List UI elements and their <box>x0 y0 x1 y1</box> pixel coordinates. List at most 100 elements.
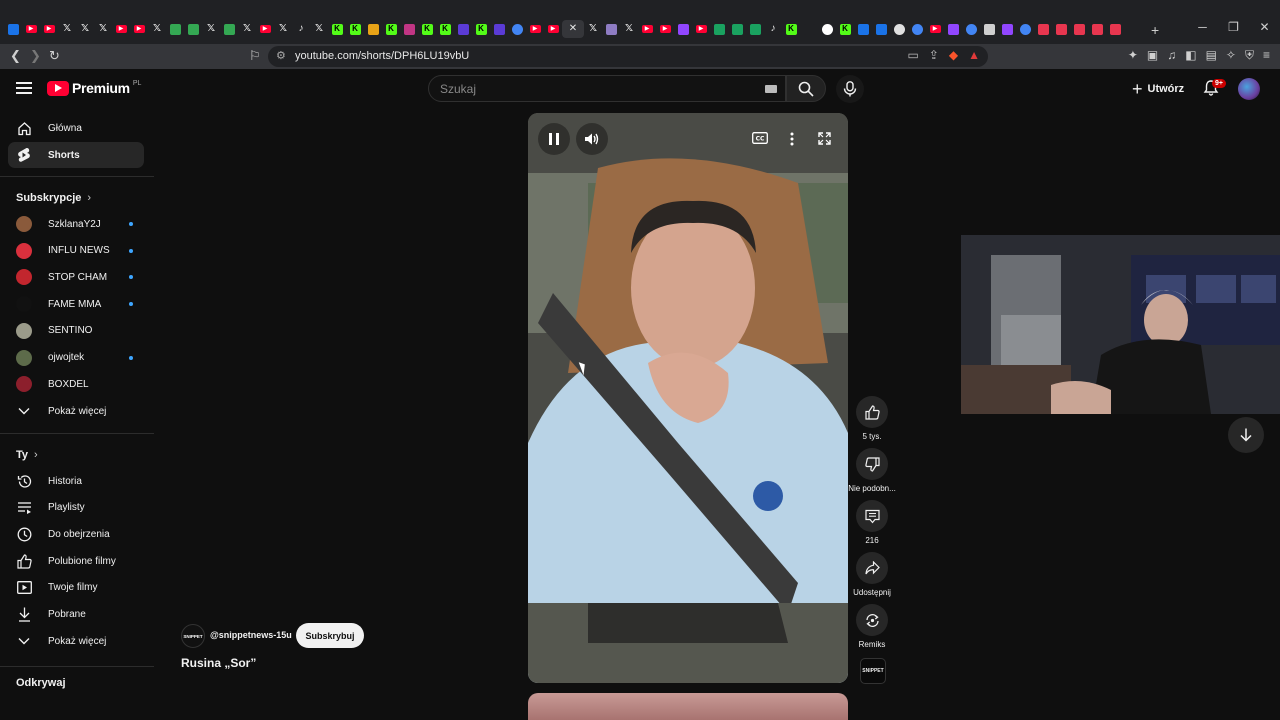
you-heading[interactable]: Ty › <box>16 449 38 461</box>
browser-tab[interactable]: K <box>346 20 364 38</box>
channel-handle[interactable]: @snippetnews-15u <box>210 630 292 640</box>
sidebar-item-historia[interactable]: Historia <box>8 468 144 494</box>
site-info-icon[interactable]: ⚙ <box>276 49 286 62</box>
browser-tab[interactable]: ▶ <box>130 20 148 38</box>
browser-tab[interactable] <box>400 20 418 38</box>
browser-tab[interactable] <box>854 20 872 38</box>
sidebar-subscription-item[interactable]: BOXDEL <box>8 371 144 397</box>
vpn-icon[interactable]: ⛨ <box>1245 48 1254 63</box>
browser-tab[interactable] <box>872 20 890 38</box>
create-button[interactable]: + Utwórz <box>1126 78 1190 100</box>
wallet-icon[interactable]: ▤ <box>1206 48 1217 63</box>
sidebar-subscription-item[interactable]: FAME MMA <box>8 291 144 317</box>
browser-tab[interactable]: ▶ <box>526 20 544 38</box>
search-input[interactable]: Szukaj <box>428 75 786 102</box>
pause-button[interactable] <box>538 123 570 155</box>
close-window-button[interactable]: ✕ <box>1249 20 1280 38</box>
sidebar-item-home[interactable]: Główna <box>8 115 144 141</box>
share-icon[interactable]: ⇪ <box>929 48 939 62</box>
sidebar-subscription-item[interactable]: ojwojtek <box>8 345 144 371</box>
browser-tab[interactable]: ♪ <box>764 20 782 38</box>
browser-tab[interactable]: 𝕏 <box>94 20 112 38</box>
new-tab-button[interactable]: + <box>1151 22 1159 38</box>
sidebar-subscription-item[interactable]: SENTINO <box>8 318 144 344</box>
browser-tab[interactable]: K <box>472 20 490 38</box>
browser-tab[interactable] <box>728 20 746 38</box>
browser-tab[interactable]: 𝕏 <box>58 20 76 38</box>
browser-tab[interactable]: ▶ <box>692 20 710 38</box>
browser-tab[interactable]: K <box>382 20 400 38</box>
sidebar-item-polubione-filmy[interactable]: Polubione filmy <box>8 548 144 574</box>
youtube-premium-logo[interactable]: Premium PL <box>47 80 141 96</box>
tab-search-icon[interactable]: ▣ <box>1147 48 1158 63</box>
browser-tab[interactable]: ▶ <box>926 20 944 38</box>
browser-tab[interactable] <box>166 20 184 38</box>
browser-tab[interactable] <box>220 20 238 38</box>
browser-tab[interactable] <box>908 20 926 38</box>
browser-tab[interactable] <box>800 20 818 38</box>
browser-tab[interactable]: ▶ <box>22 20 40 38</box>
browser-tab[interactable] <box>818 20 836 38</box>
browser-tab[interactable] <box>998 20 1016 38</box>
browser-tab[interactable]: ▶ <box>638 20 656 38</box>
minimize-button[interactable]: ─ <box>1187 20 1218 38</box>
browser-tab[interactable]: K <box>836 20 854 38</box>
browser-tab[interactable] <box>184 20 202 38</box>
browser-tab[interactable]: 𝕏 <box>310 20 328 38</box>
sidebar-item-show-more-subs[interactable]: Pokaż więcej <box>8 398 144 424</box>
browser-tab[interactable] <box>1052 20 1070 38</box>
dislike-button[interactable] <box>856 448 888 480</box>
keyboard-icon[interactable] <box>765 85 777 93</box>
browser-tab[interactable]: K <box>418 20 436 38</box>
browser-tab[interactable] <box>746 20 764 38</box>
account-avatar[interactable] <box>1238 78 1260 100</box>
browser-tab[interactable]: 𝕏 <box>274 20 292 38</box>
maximize-button[interactable]: ❐ <box>1218 20 1249 38</box>
brave-shield-icon[interactable]: ◆ <box>949 48 958 62</box>
more-options-icon[interactable] <box>790 132 794 149</box>
next-short-button[interactable] <box>1228 417 1264 453</box>
sidebar-item-pokaż-więcej[interactable]: Pokaż więcej <box>8 628 144 654</box>
extensions-icon[interactable]: ✦ <box>1128 48 1138 63</box>
sidebar-subscription-item[interactable]: SzklanaY2J <box>8 211 144 237</box>
back-button[interactable]: ❮ <box>10 48 21 64</box>
menu-icon[interactable]: ≡ <box>1263 48 1270 63</box>
browser-tab[interactable]: ▶ <box>40 20 58 38</box>
browser-tab[interactable]: ▶ <box>544 20 562 38</box>
sidebar-item-playlisty[interactable]: Playlisty <box>8 495 144 521</box>
browser-tab[interactable]: 𝕏 <box>148 20 166 38</box>
browser-tab[interactable] <box>1034 20 1052 38</box>
guide-menu-icon[interactable] <box>16 82 32 94</box>
browser-tab[interactable]: 𝕏 <box>202 20 220 38</box>
channel-avatar[interactable]: SNIPPET <box>181 624 205 648</box>
voice-search-button[interactable] <box>836 75 864 103</box>
leo-icon[interactable]: ✧ <box>1226 48 1236 63</box>
sidebar-item-pobrane[interactable]: Pobrane <box>8 602 144 628</box>
rewards-icon[interactable]: ▲ <box>968 48 980 62</box>
sidebar-icon[interactable]: ◧ <box>1185 48 1196 63</box>
address-bar[interactable]: ⚙ youtube.com/shorts/DPH6LU19vbU ▭ ⇪ ◆ ▲ <box>268 46 988 67</box>
browser-tab[interactable]: ♪ <box>292 20 310 38</box>
browser-tab[interactable]: K <box>436 20 454 38</box>
browser-tab[interactable]: ▶ <box>256 20 274 38</box>
browser-tab[interactable] <box>710 20 728 38</box>
comments-button[interactable] <box>856 500 888 532</box>
fullscreen-icon[interactable] <box>818 132 831 148</box>
cast-icon[interactable]: ▭ <box>907 48 918 62</box>
short-video-player[interactable]: CC <box>528 113 848 683</box>
browser-tab[interactable] <box>508 20 526 38</box>
volume-button[interactable] <box>576 123 608 155</box>
browser-tab[interactable]: ✕ <box>562 20 584 38</box>
sidebar-item-twoje-filmy[interactable]: Twoje filmy <box>8 575 144 601</box>
browser-tab[interactable] <box>602 20 620 38</box>
channel-thumbnail[interactable]: SNIPPET <box>860 658 886 684</box>
next-short-preview[interactable] <box>528 693 848 720</box>
sidebar-item-shorts[interactable]: Shorts <box>8 142 144 168</box>
browser-tab[interactable] <box>454 20 472 38</box>
browser-tab[interactable] <box>1016 20 1034 38</box>
browser-tab[interactable] <box>1088 20 1106 38</box>
browser-tab[interactable] <box>962 20 980 38</box>
browser-tab[interactable]: 𝕏 <box>76 20 94 38</box>
subscriptions-heading[interactable]: Subskrypcje › <box>16 192 91 204</box>
search-button[interactable] <box>786 75 826 102</box>
